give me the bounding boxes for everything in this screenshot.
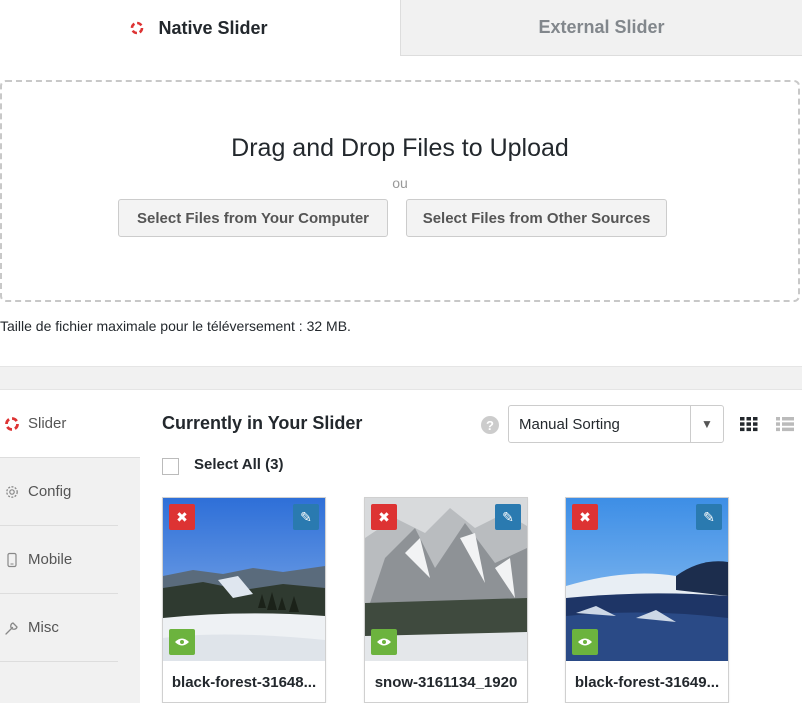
slide-item[interactable]: ✖ ✎ black-forest-31649...	[565, 497, 729, 703]
edit-slide-button[interactable]: ✎	[293, 504, 319, 530]
wrench-icon	[5, 621, 18, 635]
sorting-select[interactable]: Manual Sorting ▼	[508, 405, 724, 443]
section-divider	[0, 366, 802, 390]
dropzone-title: Drag and Drop Files to Upload	[231, 134, 569, 162]
select-files-computer-button[interactable]: Select Files from Your Computer	[118, 199, 388, 237]
remove-slide-button[interactable]: ✖	[371, 504, 397, 530]
help-icon[interactable]: ?	[481, 416, 499, 434]
sidebar-item-label: Mobile	[28, 551, 73, 568]
preview-slide-button[interactable]	[169, 629, 195, 655]
dropzone-or: ou	[392, 175, 408, 191]
sidebar-item-slider[interactable]: Slider	[0, 390, 140, 458]
sidebar-item-mobile[interactable]: Mobile	[0, 526, 118, 594]
sidebar-item-misc[interactable]: Misc	[0, 594, 118, 662]
select-all-label[interactable]: Select All (3)	[194, 456, 283, 473]
sidebar-item-config[interactable]: Config	[0, 458, 118, 526]
eye-icon	[377, 638, 391, 646]
max-upload-size-text: Taille de fichier maximale pour le télév…	[0, 318, 351, 334]
tab-native-slider-label: Native Slider	[158, 17, 268, 38]
remove-slide-button[interactable]: ✖	[572, 504, 598, 530]
eye-icon	[578, 638, 592, 646]
slider-type-tabs: Native Slider External Slider	[0, 0, 802, 56]
help-icon-glyph: ?	[486, 417, 494, 433]
edit-slide-button[interactable]: ✎	[495, 504, 521, 530]
slider-items-title: Currently in Your Slider	[162, 413, 363, 433]
preview-slide-button[interactable]	[371, 629, 397, 655]
chevron-down-icon[interactable]: ▼	[690, 406, 723, 442]
list-view-icon[interactable]	[776, 416, 794, 432]
settings-sidebar: Slider Config Mobile Misc	[0, 390, 140, 703]
preview-slide-button[interactable]	[572, 629, 598, 655]
slide-filename: snow-3161134_1920	[374, 673, 518, 691]
remove-slide-button[interactable]: ✖	[169, 504, 195, 530]
upload-dropzone[interactable]: Drag and Drop Files to Upload ou Select …	[0, 80, 800, 302]
slide-filename: black-forest-31649...	[574, 673, 720, 691]
tab-native-slider[interactable]: Native Slider	[0, 0, 398, 56]
slide-item[interactable]: ✖ ✎ black-forest-31648...	[162, 497, 326, 703]
select-files-other-sources-button[interactable]: Select Files from Other Sources	[406, 199, 667, 237]
edit-slide-button[interactable]: ✎	[696, 504, 722, 530]
sidebar-item-label: Slider	[28, 415, 67, 432]
grid-view-icon[interactable]	[740, 416, 758, 432]
soliloquy-logo-icon	[131, 21, 144, 35]
tab-external-slider-label: External Slider	[538, 17, 665, 37]
eye-icon	[175, 638, 189, 646]
sidebar-item-label: Misc	[28, 619, 59, 636]
soliloquy-logo-icon	[5, 416, 19, 431]
slide-item[interactable]: ✖ ✎ snow-3161134_1920	[364, 497, 528, 703]
mobile-icon	[7, 552, 17, 567]
sidebar-item-label: Config	[28, 483, 72, 500]
select-all-checkbox[interactable]	[162, 458, 179, 475]
slide-filename: black-forest-31648...	[171, 673, 317, 691]
tab-external-slider[interactable]: External Slider	[400, 0, 802, 56]
sorting-select-value: Manual Sorting	[519, 416, 620, 433]
gear-icon	[6, 485, 18, 498]
